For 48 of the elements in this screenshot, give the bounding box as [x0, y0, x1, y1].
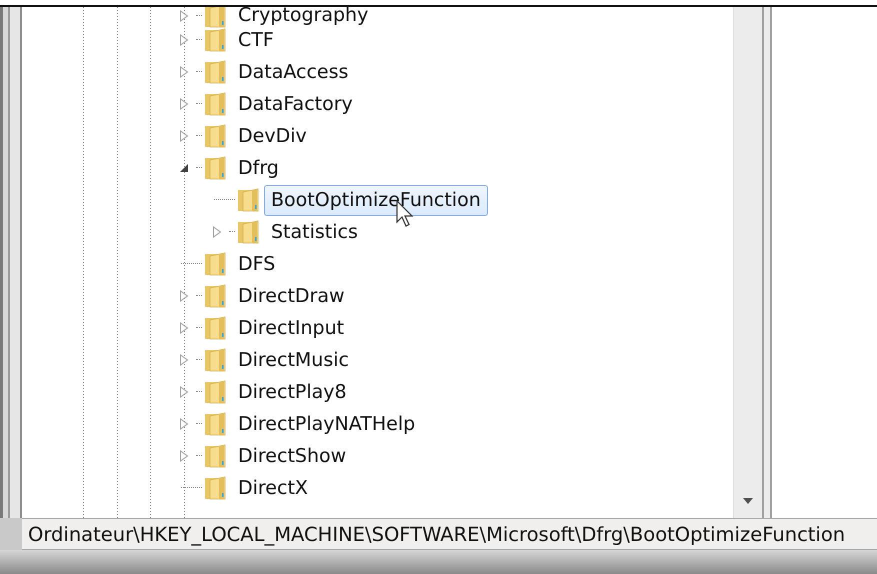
registry-path: Ordinateur\HKEY_LOCAL_MACHINE\SOFTWARE\Microsoft\Dfrg\BootOptimizeFunction — [28, 522, 846, 546]
expand-arrow-icon[interactable] — [179, 130, 189, 142]
expand-arrow-icon[interactable] — [179, 450, 189, 462]
tree-item[interactable]: DirectInput — [231, 312, 352, 344]
tree-item[interactable]: DirectDraw — [231, 280, 352, 312]
tree-item[interactable]: DataAccess — [231, 56, 356, 88]
tree-item[interactable]: CTF — [231, 24, 281, 56]
scrollbar[interactable] — [733, 7, 762, 518]
tree-item[interactable]: DevDiv — [231, 120, 314, 152]
tree-item[interactable]: Dfrg — [231, 152, 286, 184]
expand-arrow-icon[interactable] — [179, 34, 189, 46]
folder-icon — [235, 219, 261, 245]
folder-icon — [202, 347, 228, 373]
expand-arrow-icon[interactable] — [212, 226, 222, 238]
tree-item[interactable]: DirectShow — [231, 440, 354, 472]
expand-arrow-icon[interactable] — [179, 66, 189, 78]
folder-icon — [202, 315, 228, 341]
expand-arrow-icon[interactable] — [179, 418, 189, 430]
tree-item[interactable]: DataFactory — [231, 88, 360, 120]
folder-icon — [235, 187, 261, 213]
folder-icon — [202, 283, 228, 309]
folder-icon — [202, 123, 228, 149]
folder-icon — [202, 443, 228, 469]
expand-arrow-icon[interactable] — [179, 354, 189, 366]
expand-arrow-icon[interactable] — [179, 98, 189, 110]
folder-icon — [202, 411, 228, 437]
folder-icon — [202, 91, 228, 117]
expand-arrow-icon[interactable] — [179, 386, 189, 398]
expand-arrow-icon[interactable] — [179, 290, 189, 302]
folder-icon — [202, 59, 228, 85]
tree-item[interactable]: DFS — [231, 248, 282, 280]
expand-arrow-icon[interactable] — [179, 10, 189, 22]
scroll-down-icon[interactable] — [743, 498, 753, 504]
tree-item[interactable]: BootOptimizeFunction — [264, 184, 488, 216]
folder-icon — [202, 475, 228, 501]
folder-icon — [202, 251, 228, 277]
expand-arrow-icon[interactable] — [179, 322, 189, 334]
folder-icon — [202, 379, 228, 405]
tree-item[interactable]: DirectPlay8 — [231, 376, 354, 408]
tree-item[interactable]: Statistics — [264, 216, 365, 248]
tree-item[interactable]: DirectX — [231, 472, 315, 504]
collapse-arrow-icon[interactable] — [179, 162, 189, 174]
folder-icon — [202, 27, 228, 53]
tree-item[interactable]: DirectPlayNATHelp — [231, 408, 422, 440]
folder-icon — [202, 7, 228, 28]
folder-icon — [202, 155, 228, 181]
pane-splitter[interactable] — [762, 7, 772, 518]
tree-item[interactable]: DirectMusic — [231, 344, 356, 376]
